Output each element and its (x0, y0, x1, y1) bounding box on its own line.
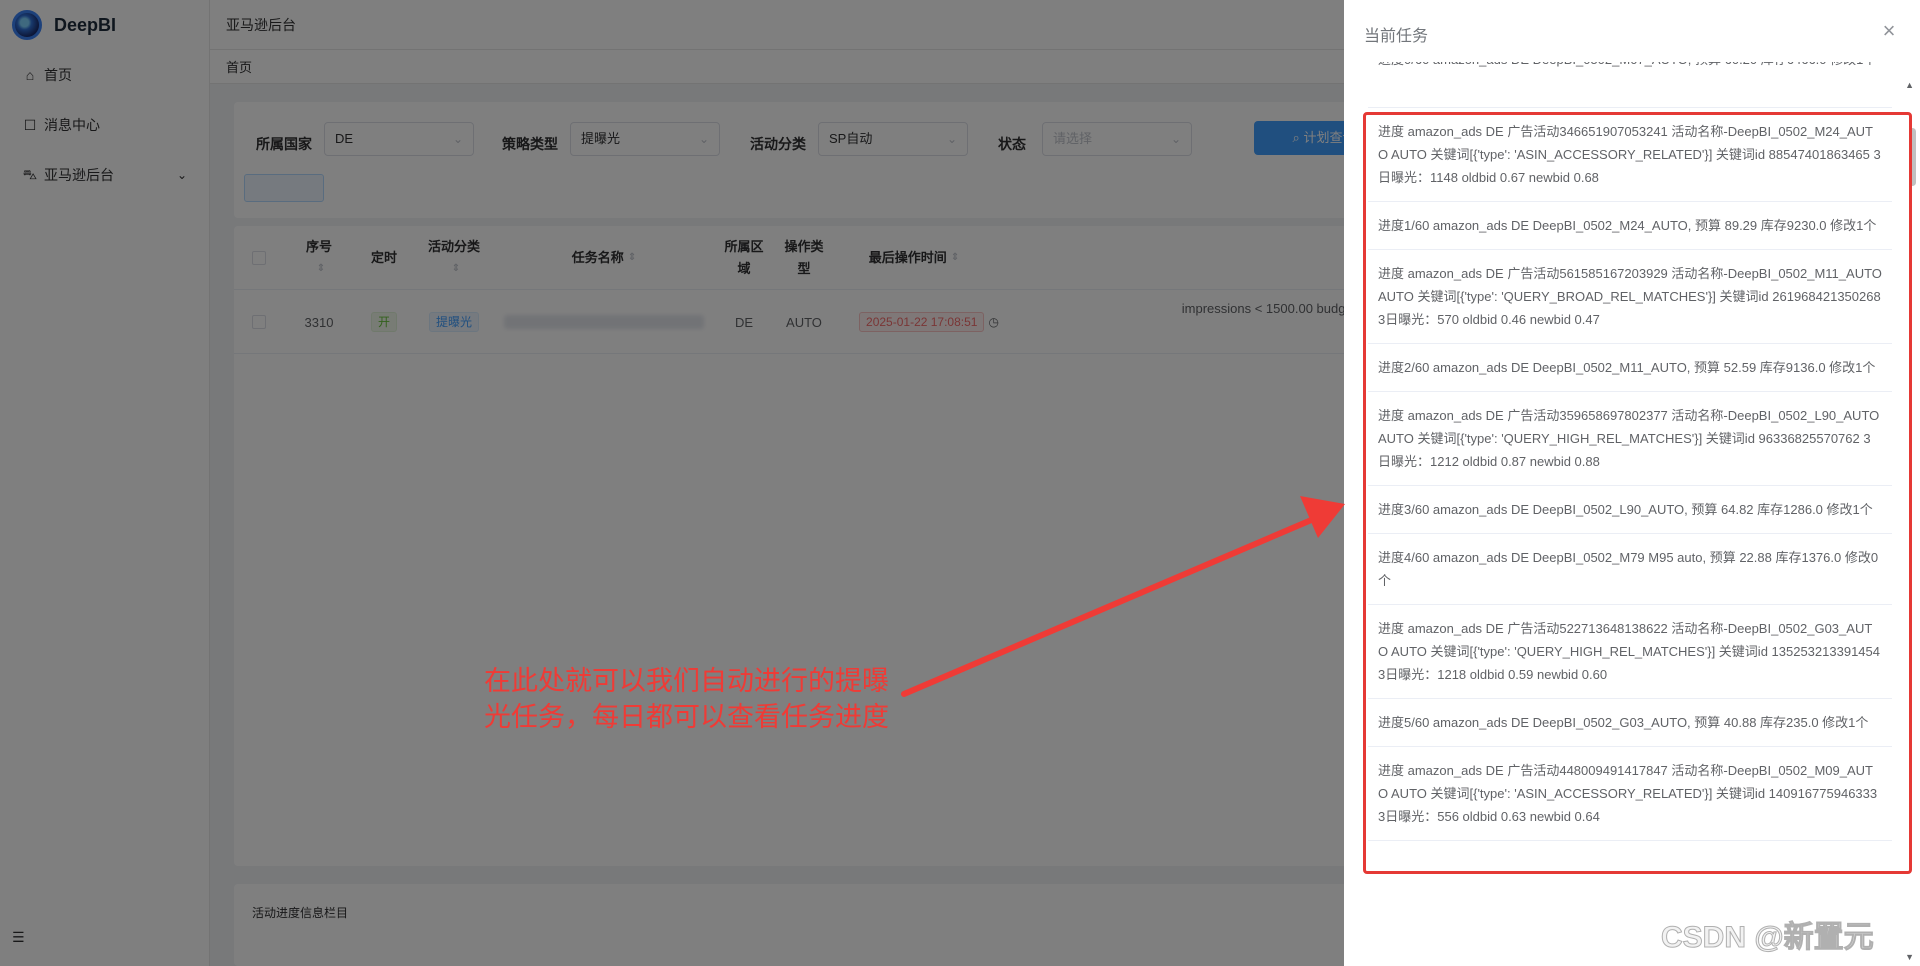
annotation-note: 在此处就可以我们自动进行的提曝光任务，每日都可以查看任务进度 (484, 666, 889, 733)
scroll-down-arrow[interactable]: ▼ (1905, 952, 1914, 962)
annotation-highlight-box (1363, 112, 1912, 874)
close-icon[interactable]: × (1878, 20, 1900, 42)
list-item: 进度0/60 amazon_ads DE DeepBI_0502_M07_AUT… (1368, 62, 1892, 108)
log-text: 进度0/60 amazon_ads DE DeepBI_0502_M07_AUT… (1378, 62, 1882, 71)
scroll-up-arrow[interactable]: ▲ (1905, 80, 1914, 90)
drawer-title: 当前任务 (1364, 28, 1429, 45)
watermark: CSDN @新置元 (1661, 921, 1875, 955)
modal-overlay[interactable] (0, 0, 1344, 966)
